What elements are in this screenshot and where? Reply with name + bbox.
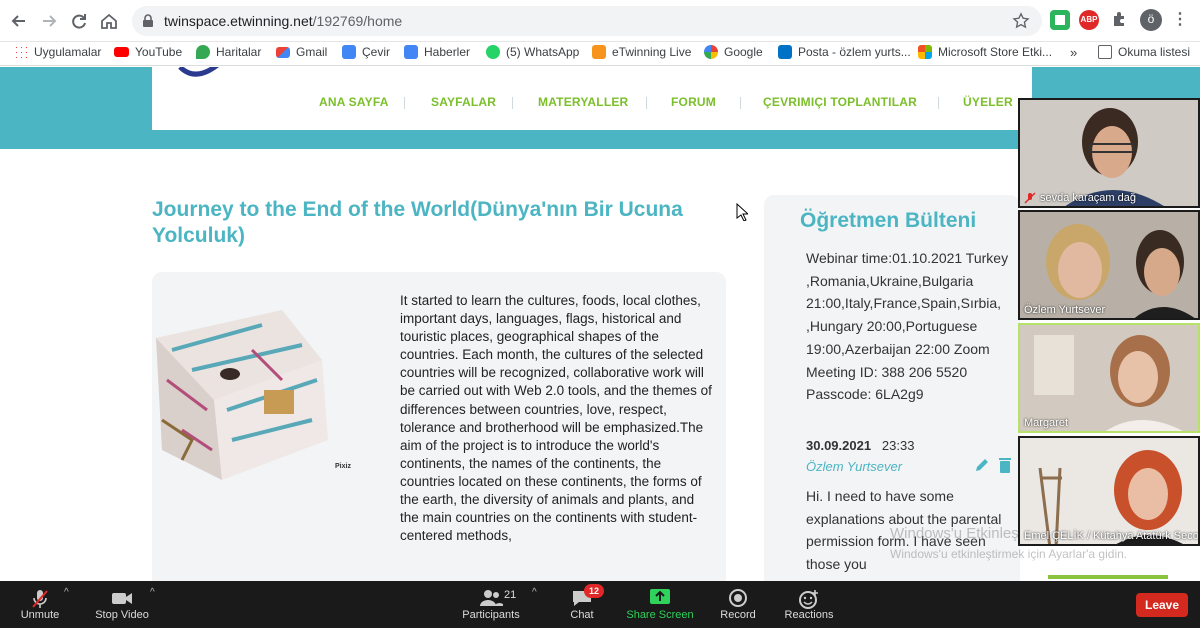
profile-avatar[interactable]: ö	[1140, 9, 1162, 31]
participant-video-tile-active-speaker[interactable]: Margaret	[1018, 323, 1200, 433]
back-arrow-icon[interactable]	[8, 10, 30, 32]
participant-name: Özlem Yurtsever	[1024, 304, 1106, 316]
home-icon[interactable]	[98, 10, 120, 32]
reading-list[interactable]: Okuma listesi	[1098, 45, 1190, 59]
browser-toolbar: twinspace.etwinning.net/192769/home ABP …	[0, 0, 1200, 42]
apps-grid-icon	[14, 45, 28, 59]
menu-divider	[740, 97, 741, 109]
article-card: Pixiz It started to learn the cultures, …	[152, 272, 726, 581]
extension-green-icon[interactable]	[1050, 10, 1070, 30]
participant-video-tile[interactable]: sevda karaçam dağ	[1018, 98, 1200, 208]
menu-materials[interactable]: MATERYALLER	[538, 95, 628, 109]
whatsapp-icon	[486, 45, 500, 59]
adblock-plus-icon[interactable]: ABP	[1079, 10, 1099, 30]
leave-meeting-button[interactable]: Leave	[1136, 593, 1188, 617]
windows-activation-hint: Windows'u etkinleştirmek için Ayarlar'a …	[890, 547, 1128, 561]
video-options-caret[interactable]: ^	[150, 587, 155, 598]
pencil-icon[interactable]	[974, 457, 990, 473]
translate-icon	[342, 45, 356, 59]
bookmarks-overflow[interactable]: »	[1070, 45, 1077, 60]
participant-name: Margaret	[1024, 417, 1069, 429]
reading-list-icon	[1098, 45, 1112, 59]
bookmark-outlook[interactable]: Posta - özlem yurts...	[778, 45, 911, 59]
article-title: Journey to the End of the World(Dünya'nı…	[152, 198, 683, 247]
participants-button[interactable]: 21 Participants	[458, 585, 524, 625]
bookmarks-bar: Uygulamalar YouTube Haritalar Gmail Çevi…	[0, 42, 1200, 66]
etwinning-icon	[592, 45, 606, 59]
unmute-button[interactable]: Unmute	[14, 585, 66, 625]
lock-icon	[143, 14, 153, 27]
menu-members[interactable]: ÜYELER	[963, 95, 1013, 109]
record-button[interactable]: Record	[716, 585, 760, 625]
emoji-reaction-icon	[799, 590, 818, 609]
menu-divider	[404, 97, 405, 109]
post-timestamp: 30.09.2021 23:33	[806, 438, 915, 453]
news-icon	[404, 45, 418, 59]
audio-options-caret[interactable]: ^	[64, 587, 69, 598]
menu-home[interactable]: ANA SAYFA	[319, 95, 389, 109]
participant-video-tile[interactable]: Özlem Yurtsever	[1018, 210, 1200, 320]
menu-divider	[646, 97, 647, 109]
mouse-cursor-icon	[736, 203, 748, 221]
twinspace-logo	[178, 67, 219, 77]
participants-count: 21	[504, 589, 517, 601]
bulletin-title: Öğretmen Bülteni	[800, 209, 977, 232]
video-camera-icon	[112, 593, 132, 604]
participant-name: Emel ÇELİK / Kütahya Atatürk Seco	[1024, 530, 1199, 542]
youtube-icon	[114, 47, 129, 57]
bookmark-apps[interactable]: Uygulamalar	[14, 45, 101, 59]
participant-name: sevda karaçam dağ	[1024, 192, 1136, 204]
bookmark-news[interactable]: Haberler	[404, 45, 470, 59]
bookmark-whatsapp[interactable]: (5) WhatsApp	[486, 45, 579, 59]
windows-activation-watermark: Windows'u Etkinleştir	[890, 525, 1032, 542]
forward-arrow-icon[interactable]	[38, 10, 60, 32]
star-icon[interactable]	[1012, 12, 1030, 30]
share-screen-button[interactable]: Share Screen	[624, 585, 696, 625]
bookmark-maps[interactable]: Haritalar	[196, 45, 261, 59]
outlook-icon	[778, 45, 792, 59]
menu-divider	[512, 97, 513, 109]
menu-online-meetings[interactable]: ÇEVRIMIÇI TOPLANTILAR	[763, 95, 917, 109]
gmail-icon	[276, 46, 290, 58]
project-cube-image[interactable]	[152, 290, 382, 480]
menu-kebab-icon[interactable]: ⋮	[1170, 10, 1190, 30]
url-text: twinspace.etwinning.net/192769/home	[164, 13, 403, 29]
google-icon	[704, 45, 718, 59]
reactions-button[interactable]: Reactions	[782, 585, 836, 625]
record-icon	[729, 589, 747, 607]
stop-video-button[interactable]: Stop Video	[92, 585, 152, 625]
chat-unread-badge: 12	[584, 584, 604, 598]
menu-pages[interactable]: SAYFALAR	[431, 95, 496, 109]
bookmark-etwinning-live[interactable]: eTwinning Live	[592, 45, 691, 59]
bookmark-microsoft-store[interactable]: Microsoft Store Etki...	[918, 45, 1052, 59]
image-caption: Pixiz	[335, 463, 351, 470]
post-author-link[interactable]: Özlem Yurtsever	[806, 459, 902, 474]
menu-divider	[938, 97, 939, 109]
bulletin-body: Webinar time:01.10.2021 Turkey ,Romania,…	[806, 250, 1009, 403]
muted-mic-icon	[32, 590, 48, 608]
zoom-meeting-toolbar: Unmute ^ Stop Video ^ 21 Participants ^ …	[0, 581, 1200, 628]
reload-icon[interactable]	[68, 10, 90, 32]
bookmark-google[interactable]: Google	[704, 45, 763, 59]
bookmark-youtube[interactable]: YouTube	[114, 45, 182, 59]
participants-options-caret[interactable]: ^	[532, 587, 537, 598]
green-accent-bar	[1048, 575, 1168, 579]
site-header: ANA SAYFA SAYFALAR MATERYALLER FORUM ÇEV…	[152, 67, 1032, 130]
teacher-bulletin: Öğretmen Bülteni Webinar time:01.10.2021…	[764, 195, 1020, 581]
bookmark-translate[interactable]: Çevir	[342, 45, 390, 59]
menu-forum[interactable]: FORUM	[671, 95, 716, 109]
share-screen-icon	[650, 589, 670, 604]
microsoft-icon	[918, 45, 932, 59]
bookmark-gmail[interactable]: Gmail	[276, 45, 327, 59]
participant-video-tile[interactable]: Emel ÇELİK / Kütahya Atatürk Seco	[1018, 436, 1200, 546]
participants-icon	[480, 590, 503, 606]
address-bar[interactable]: twinspace.etwinning.net/192769/home	[132, 6, 1042, 36]
muted-mic-icon	[1024, 192, 1036, 204]
maps-pin-icon	[196, 45, 210, 59]
extensions-puzzle-icon[interactable]	[1110, 10, 1130, 30]
trash-icon[interactable]	[998, 457, 1012, 473]
article-body: It started to learn the cultures, foods,…	[400, 293, 712, 544]
